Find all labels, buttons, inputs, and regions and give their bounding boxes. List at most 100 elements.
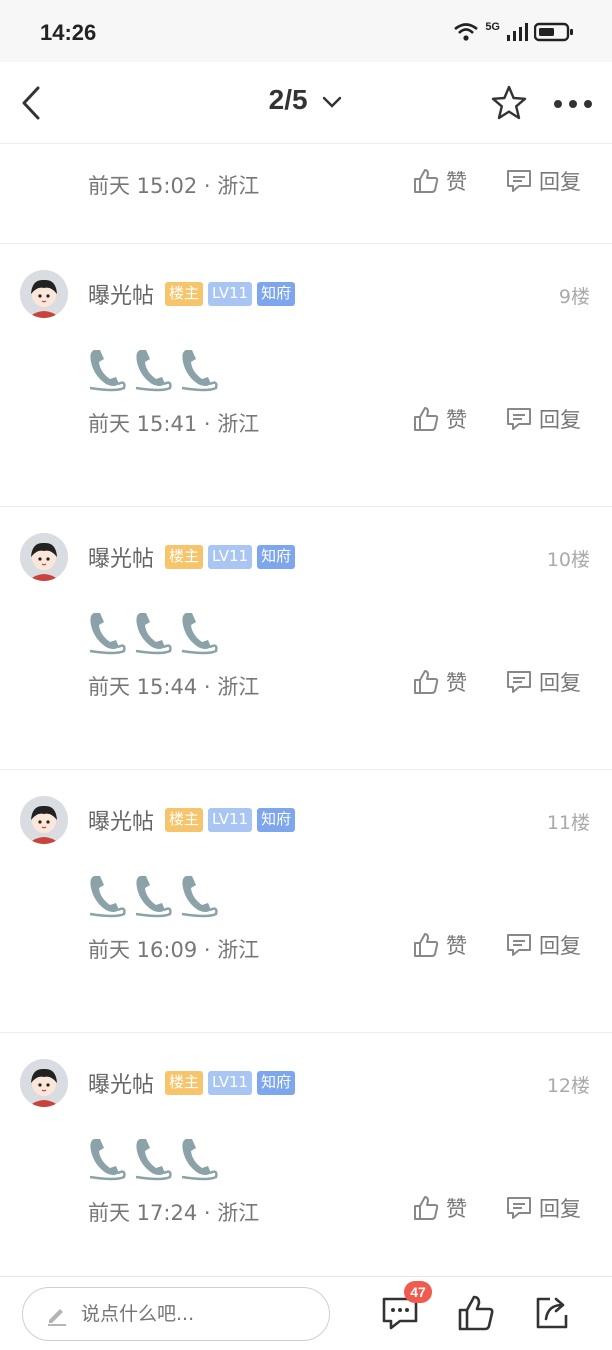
pencil-icon [48, 1309, 66, 1326]
bottom-action-bar: 47 [0, 1276, 612, 1350]
reply-button[interactable]: 回复 [505, 667, 581, 697]
battery-icon [534, 22, 573, 42]
avatar[interactable] [20, 796, 68, 844]
username[interactable]: 曝光帖 [88, 1067, 154, 1099]
like-label: 赞 [446, 1197, 467, 1221]
comment-icon [507, 1197, 531, 1219]
owner-badge: 楼主 [165, 545, 204, 569]
telephone-emoji-icon [181, 613, 218, 655]
telephone-emoji-icon [89, 613, 126, 655]
avatar-girl-icon [20, 270, 68, 318]
status-bar: 14:26 5G [0, 0, 612, 62]
post-time-location: 前天 16:09 · 浙江 [88, 938, 260, 962]
like-label: 赞 [446, 170, 467, 194]
owner-badge: 楼主 [165, 1071, 204, 1095]
more-options-icon[interactable] [552, 98, 594, 110]
like-label: 赞 [446, 671, 467, 695]
telephone-emoji-icon [89, 350, 126, 392]
badge-group: 楼主 LV11 知府 [165, 808, 296, 832]
reply-label: 回复 [539, 408, 581, 432]
floor-number: 9楼 [558, 286, 590, 308]
username[interactable]: 曝光帖 [88, 541, 154, 573]
avatar[interactable] [20, 533, 68, 581]
network-label: 5G [485, 21, 500, 33]
username[interactable]: 曝光帖 [88, 278, 154, 310]
avatar[interactable] [20, 1059, 68, 1107]
owner-badge: 楼主 [165, 808, 204, 832]
level-badge: LV11 [208, 545, 253, 569]
badge-group: 楼主 LV11 知府 [165, 545, 296, 569]
post-content-emoji [86, 607, 220, 655]
comment-input-box[interactable] [22, 1287, 330, 1341]
like-button[interactable]: 赞 [412, 166, 467, 196]
reply-button[interactable]: 回复 [505, 166, 581, 196]
previous-post-footer: 前天 15:02 · 浙江 赞 回复 [0, 144, 612, 244]
share-icon[interactable] [532, 1293, 572, 1333]
post-content-emoji [86, 1133, 220, 1181]
telephone-emoji-icon [181, 876, 218, 918]
reply-post: 曝光帖 楼主 LV11 知府 12楼 前天 17:24 · 浙江 赞 回复 [0, 1033, 612, 1296]
like-label: 赞 [446, 408, 467, 432]
level-badge: LV11 [208, 282, 253, 306]
post-time-location: 前天 15:02 · 浙江 [88, 174, 260, 198]
like-button[interactable]: 赞 [412, 930, 467, 960]
badge-group: 楼主 LV11 知府 [165, 1071, 296, 1095]
wifi-icon [454, 23, 479, 41]
thumbs-up-icon [414, 670, 439, 694]
level-badge: LV11 [208, 808, 253, 832]
like-button[interactable]: 赞 [412, 1193, 467, 1223]
comment-input[interactable] [81, 1300, 311, 1328]
telephone-emoji-icon [89, 1139, 126, 1181]
post-content-emoji [86, 344, 220, 392]
post-time-location: 前天 17:24 · 浙江 [88, 1201, 260, 1225]
thumbs-up-icon [414, 1196, 439, 1220]
reply-button[interactable]: 回复 [505, 404, 581, 434]
comment-icon [507, 934, 531, 956]
avatar-girl-icon [20, 533, 68, 581]
post-time-location: 前天 15:44 · 浙江 [88, 675, 260, 699]
reply-post: 曝光帖 楼主 LV11 知府 10楼 前天 15:44 · 浙江 赞 回复 [0, 507, 612, 770]
rank-badge: 知府 [257, 545, 296, 569]
reply-label: 回复 [539, 671, 581, 695]
floor-number: 11楼 [546, 812, 590, 834]
floor-number: 10楼 [546, 549, 590, 571]
thumbs-up-icon [414, 407, 439, 431]
chevron-down-icon [323, 96, 342, 108]
avatar-girl-icon [20, 1059, 68, 1107]
page-indicator-label: 2/5 [268, 84, 308, 115]
thumbs-up-icon [414, 933, 439, 957]
like-label: 赞 [446, 934, 467, 958]
status-icons: 5G [453, 21, 574, 42]
rank-badge: 知府 [257, 282, 296, 306]
comment-icon [507, 170, 531, 192]
reply-label: 回复 [539, 1197, 581, 1221]
comment-count-badge: 47 [404, 1281, 432, 1303]
telephone-emoji-icon [135, 1139, 172, 1181]
comment-icon [507, 408, 531, 430]
reply-button[interactable]: 回复 [505, 1193, 581, 1223]
telephone-emoji-icon [181, 350, 218, 392]
reply-post: 曝光帖 楼主 LV11 知府 11楼 前天 16:09 · 浙江 赞 回复 [0, 770, 612, 1033]
thumbs-up-icon[interactable] [456, 1293, 496, 1333]
reply-label: 回复 [539, 934, 581, 958]
post-time-location: 前天 15:41 · 浙江 [88, 412, 260, 436]
signal-icon [507, 23, 528, 41]
like-button[interactable]: 赞 [412, 667, 467, 697]
reply-button[interactable]: 回复 [505, 930, 581, 960]
top-navigation: 2/5 [0, 62, 612, 144]
avatar-girl-icon [20, 796, 68, 844]
favorite-star-icon[interactable] [490, 84, 528, 122]
level-badge: LV11 [208, 1071, 253, 1095]
telephone-emoji-icon [135, 350, 172, 392]
username[interactable]: 曝光帖 [88, 804, 154, 836]
avatar[interactable] [20, 270, 68, 318]
rank-badge: 知府 [257, 808, 296, 832]
badge-group: 楼主 LV11 知府 [165, 282, 296, 306]
reply-label: 回复 [539, 170, 581, 194]
like-button[interactable]: 赞 [412, 404, 467, 434]
floor-number: 12楼 [546, 1075, 590, 1097]
telephone-emoji-icon [89, 876, 126, 918]
telephone-emoji-icon [135, 613, 172, 655]
thumbs-up-icon [414, 169, 439, 193]
owner-badge: 楼主 [165, 282, 204, 306]
